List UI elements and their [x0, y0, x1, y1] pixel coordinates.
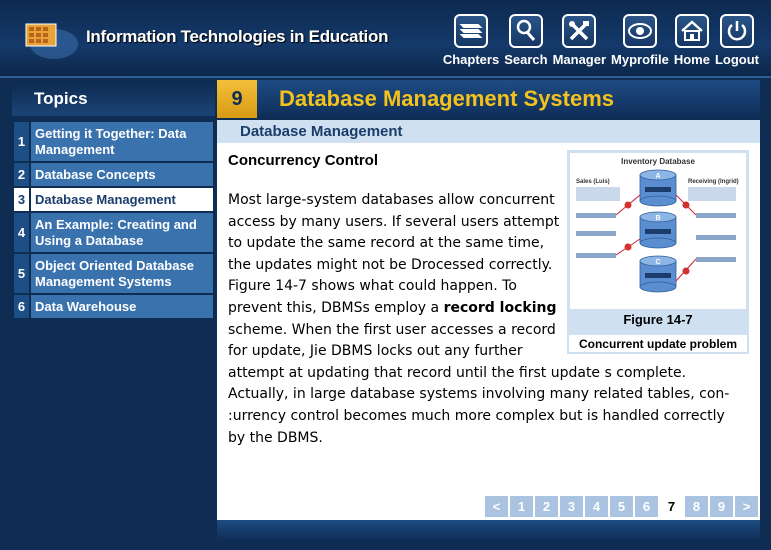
topic-number: 4: [14, 213, 31, 252]
content-footer: [217, 520, 760, 540]
nav-home[interactable]: Home: [674, 14, 710, 67]
chapter-title: Database Management Systems: [279, 86, 615, 111]
app-header: Information Technologies in Education Ch…: [0, 0, 771, 78]
topic-label: An Example: Creating and Using a Databas…: [31, 213, 213, 252]
nav-myprofile[interactable]: Myprofile: [611, 14, 669, 67]
figure-user-right: Receiving (Ingrid): [688, 179, 739, 185]
body-text: Most large-system databases allow concur…: [228, 190, 753, 449]
topic-list: 1 Getting it Together: Data Management 2…: [14, 122, 213, 320]
subhead: Concurrency Control: [228, 152, 379, 169]
text-line: Figure 14-7 shows what could happen. To: [228, 278, 517, 295]
topic-item-5[interactable]: 5 Object Oriented Database Management Sy…: [14, 254, 213, 293]
app-title: Information Technologies in Education: [86, 27, 389, 46]
page-button[interactable]: 4: [585, 496, 608, 517]
text-line: for update, Jie DBMS locks out any furth…: [228, 343, 523, 360]
nav-label: Home: [673, 52, 710, 67]
text-line: scheme. When the first user accesses a r…: [228, 321, 556, 338]
nav-label: Logout: [714, 52, 759, 67]
text-line: the updates might not be Drocessed corre…: [228, 256, 553, 273]
topic-label: Data Warehouse: [31, 295, 213, 318]
topic-label: Database Concepts: [31, 163, 213, 186]
search-icon: [508, 14, 543, 48]
nav-label: Manager: [552, 52, 607, 67]
topic-number: 2: [14, 163, 31, 186]
prev-page-button[interactable]: <: [485, 496, 508, 517]
page-button[interactable]: 1: [510, 496, 533, 517]
text-line: Most large-system databases allow concur…: [228, 192, 555, 208]
power-icon: [719, 14, 754, 48]
figure-user-left: Sales (Luis): [576, 179, 610, 185]
figure-image-title: Inventory Database: [621, 157, 695, 166]
chapter-number: 9: [217, 80, 257, 118]
page-button[interactable]: 9: [710, 496, 733, 517]
topic-number: 3: [14, 188, 31, 211]
nav-label: Chapters: [442, 52, 500, 67]
nav-manager[interactable]: Manager: [553, 14, 606, 67]
next-page-button[interactable]: >: [735, 496, 758, 517]
topic-item-3[interactable]: 3 Database Management: [14, 188, 213, 211]
topic-item-2[interactable]: 2 Database Concepts: [14, 163, 213, 186]
top-nav: Chapters Search Manager Myprofile Home L…: [438, 14, 759, 67]
topic-number: 1: [14, 122, 31, 161]
text-fragment: prevent this, DBMSs employ a: [228, 299, 444, 316]
page-button[interactable]: 3: [560, 496, 583, 517]
app-logo: [20, 14, 80, 62]
page-button-current[interactable]: 7: [660, 496, 683, 517]
text-line: by the DBMS.: [228, 429, 323, 446]
text-line: attempt at updating that record until th…: [228, 364, 687, 381]
glossary-term[interactable]: record locking: [444, 300, 557, 316]
text-line: to update the same record at the same ti…: [228, 235, 545, 252]
chapters-icon: [454, 14, 488, 48]
page-button[interactable]: 2: [535, 496, 558, 517]
content-scrollbar[interactable]: [760, 120, 766, 520]
chapter-bar: 9 Database Management Systems: [217, 80, 760, 118]
tools-icon: [562, 14, 597, 48]
page-button[interactable]: 6: [635, 496, 658, 517]
content-panel: Database Management Concurrency Control …: [217, 120, 760, 520]
text-line: access by many users. If several users a…: [228, 213, 560, 230]
page-button[interactable]: 8: [685, 496, 708, 517]
topic-label: Getting it Together: Data Management: [31, 122, 213, 161]
topic-item-6[interactable]: 6 Data Warehouse: [14, 295, 213, 318]
cylinder-label: A: [655, 173, 660, 180]
topic-item-1[interactable]: 1 Getting it Together: Data Management: [14, 122, 213, 161]
topics-header: Topics: [12, 81, 215, 116]
home-icon: [674, 14, 709, 48]
topic-number: 6: [14, 295, 31, 318]
nav-label: Search: [504, 52, 548, 67]
section-title: Database Management: [240, 123, 403, 140]
nav-label: Myprofile: [611, 52, 669, 67]
topic-label: Object Oriented Database Management Syst…: [31, 254, 213, 293]
nav-chapters[interactable]: Chapters: [443, 14, 499, 67]
topic-label: Database Management: [31, 188, 213, 211]
page-button[interactable]: 5: [610, 496, 633, 517]
nav-logout[interactable]: Logout: [715, 14, 759, 67]
eye-icon: [622, 14, 657, 48]
pager: < 1 2 3 4 5 6 7 8 9 >: [485, 496, 760, 517]
text-line: :urrency control becomes much more compl…: [228, 407, 725, 424]
topic-item-4[interactable]: 4 An Example: Creating and Using a Datab…: [14, 213, 213, 252]
text-line-with-term: prevent this, DBMSs employ a record lock…: [228, 298, 753, 320]
topic-number: 5: [14, 254, 31, 293]
nav-search[interactable]: Search: [504, 14, 548, 67]
text-line: Actually, in large database systems invo…: [228, 386, 730, 403]
section-bar: Database Management: [217, 120, 760, 143]
